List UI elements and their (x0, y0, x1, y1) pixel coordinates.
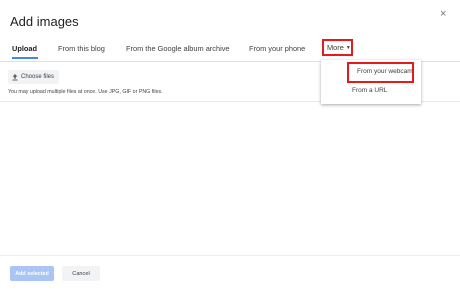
dialog-title: Add images (10, 14, 79, 29)
tab-more[interactable]: More ▼ (322, 39, 353, 56)
tab-from-your-phone[interactable]: From your phone (249, 44, 305, 53)
active-tab-indicator (12, 57, 38, 59)
upload-icon (12, 73, 18, 80)
tab-from-this-blog[interactable]: From this blog (58, 44, 105, 53)
webcam-highlight-box (347, 62, 414, 83)
add-images-dialog: Add images × Upload From this blog From … (0, 0, 460, 293)
tab-more-label: More (327, 43, 344, 52)
tab-bar: Upload From this blog From the Google al… (0, 38, 460, 62)
footer-divider (0, 255, 460, 256)
choose-files-label: Choose files (21, 74, 55, 80)
tab-upload[interactable]: Upload (12, 44, 37, 53)
upload-hint: You may upload multiple files at once. U… (8, 89, 163, 95)
choose-files-button[interactable]: Choose files (8, 70, 59, 84)
menu-item-from-a-url[interactable]: From a URL (321, 81, 421, 101)
caret-down-icon: ▼ (345, 45, 351, 51)
cancel-button[interactable]: Cancel (62, 266, 100, 281)
tab-google-album-archive[interactable]: From the Google album archive (126, 44, 230, 53)
add-selected-button[interactable]: Add selected (10, 266, 54, 281)
close-icon[interactable]: × (440, 8, 446, 20)
